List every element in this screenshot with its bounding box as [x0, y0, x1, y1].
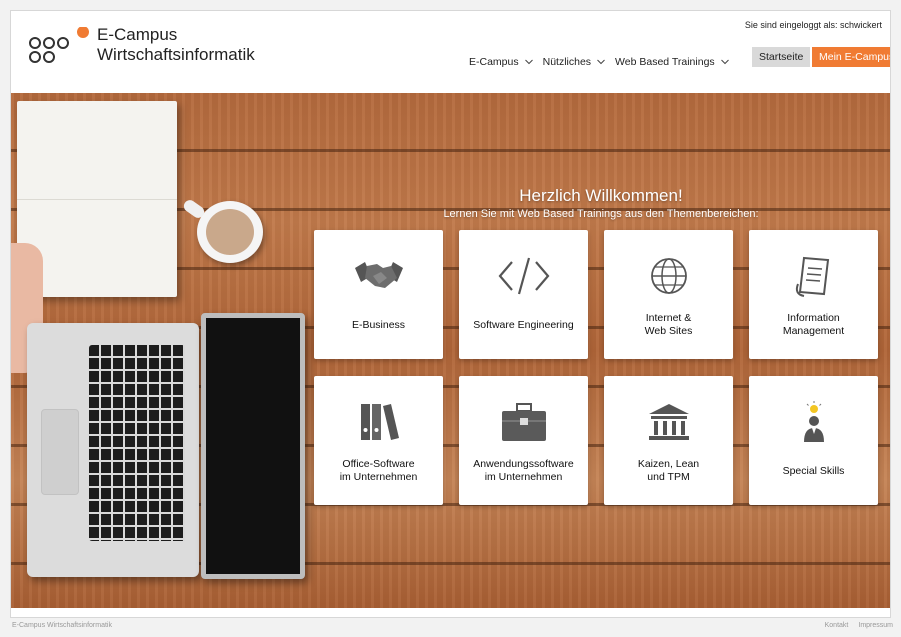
topic-tiles: E-Business Software Engineering Internet…: [314, 230, 880, 506]
laptop-image: [27, 313, 305, 579]
welcome-title: Herzlich Willkommen!: [519, 186, 683, 205]
tile-label: Internet & Web Sites: [644, 312, 693, 337]
brand-line-1: E-Campus: [97, 25, 178, 44]
tile-internet-web-sites[interactable]: Internet & Web Sites: [604, 230, 733, 359]
tile-label: Special Skills: [782, 464, 845, 477]
handshake-icon: [353, 254, 405, 298]
nav-item-label: Web Based Trainings: [615, 56, 715, 68]
mein-ecampus-button[interactable]: Mein E-Campus: [812, 47, 890, 67]
brand-name[interactable]: E-Campus Wirtschaftsinformatik: [97, 25, 255, 65]
chevron-down-icon: [524, 59, 533, 65]
tile-software-engineering[interactable]: Software Engineering: [459, 230, 588, 359]
globe-icon: [643, 254, 695, 298]
tile-anwendungssoftware[interactable]: Anwendungssoftware im Unternehmen: [459, 376, 588, 505]
footer-links: Kontakt Impressum: [825, 622, 893, 629]
impressum-link[interactable]: Impressum: [858, 622, 893, 629]
briefcase-icon: [498, 400, 550, 444]
hero-banner: Herzlich Willkommen! Lernen Sie mit Web …: [11, 93, 890, 608]
site-header: E-Campus Wirtschaftsinformatik Sie sind …: [11, 11, 890, 93]
tile-label: Anwendungssoftware im Unternehmen: [473, 458, 574, 483]
kontakt-link[interactable]: Kontakt: [825, 622, 849, 629]
tile-label: Office-Software im Unternehmen: [339, 458, 418, 483]
tile-label: E-Business: [351, 318, 406, 331]
tile-label: Software Engineering: [473, 318, 574, 331]
tile-e-business[interactable]: E-Business: [314, 230, 443, 359]
welcome-text: Herzlich Willkommen! Lernen Sie mit Web …: [311, 185, 890, 221]
idea-person-icon: [788, 400, 840, 444]
ecampus-logo-icon[interactable]: [27, 27, 91, 67]
code-icon: [498, 254, 550, 298]
login-status: Sie sind eingeloggt als: schwickert: [744, 20, 882, 30]
institution-icon: [643, 400, 695, 444]
tile-special-skills[interactable]: Special Skills: [749, 376, 878, 505]
tile-label: Information Management: [782, 312, 845, 337]
welcome-subtitle: Lernen Sie mit Web Based Trainings aus d…: [443, 208, 759, 220]
page-frame: E-Campus Wirtschaftsinformatik Sie sind …: [10, 10, 891, 618]
nav-item-ecampus[interactable]: E-Campus: [469, 56, 533, 68]
startseite-button[interactable]: Startseite: [752, 47, 811, 67]
brand-line-2: Wirtschaftsinformatik: [97, 45, 255, 64]
main-nav: E-Campus Nützliches Web Based Trainings: [469, 56, 729, 68]
coffee-cup-image: [181, 197, 263, 263]
tile-kaizen-lean-tpm[interactable]: Kaizen, Lean und TPM: [604, 376, 733, 505]
binders-icon: [353, 400, 405, 444]
chevron-down-icon: [720, 59, 729, 65]
nav-item-label: Nützliches: [542, 56, 592, 68]
tile-label: Kaizen, Lean und TPM: [637, 458, 700, 483]
document-icon: [788, 254, 840, 298]
tile-information-management[interactable]: Information Management: [749, 230, 878, 359]
tile-office-software[interactable]: Office-Software im Unternehmen: [314, 376, 443, 505]
chevron-down-icon: [597, 59, 605, 65]
nav-item-web-based-trainings[interactable]: Web Based Trainings: [615, 56, 729, 68]
footer-copyright: E-Campus Wirtschaftsinformatik: [12, 622, 112, 629]
nav-item-nuetzliches[interactable]: Nützliches: [543, 56, 605, 68]
nav-item-label: E-Campus: [469, 56, 519, 68]
